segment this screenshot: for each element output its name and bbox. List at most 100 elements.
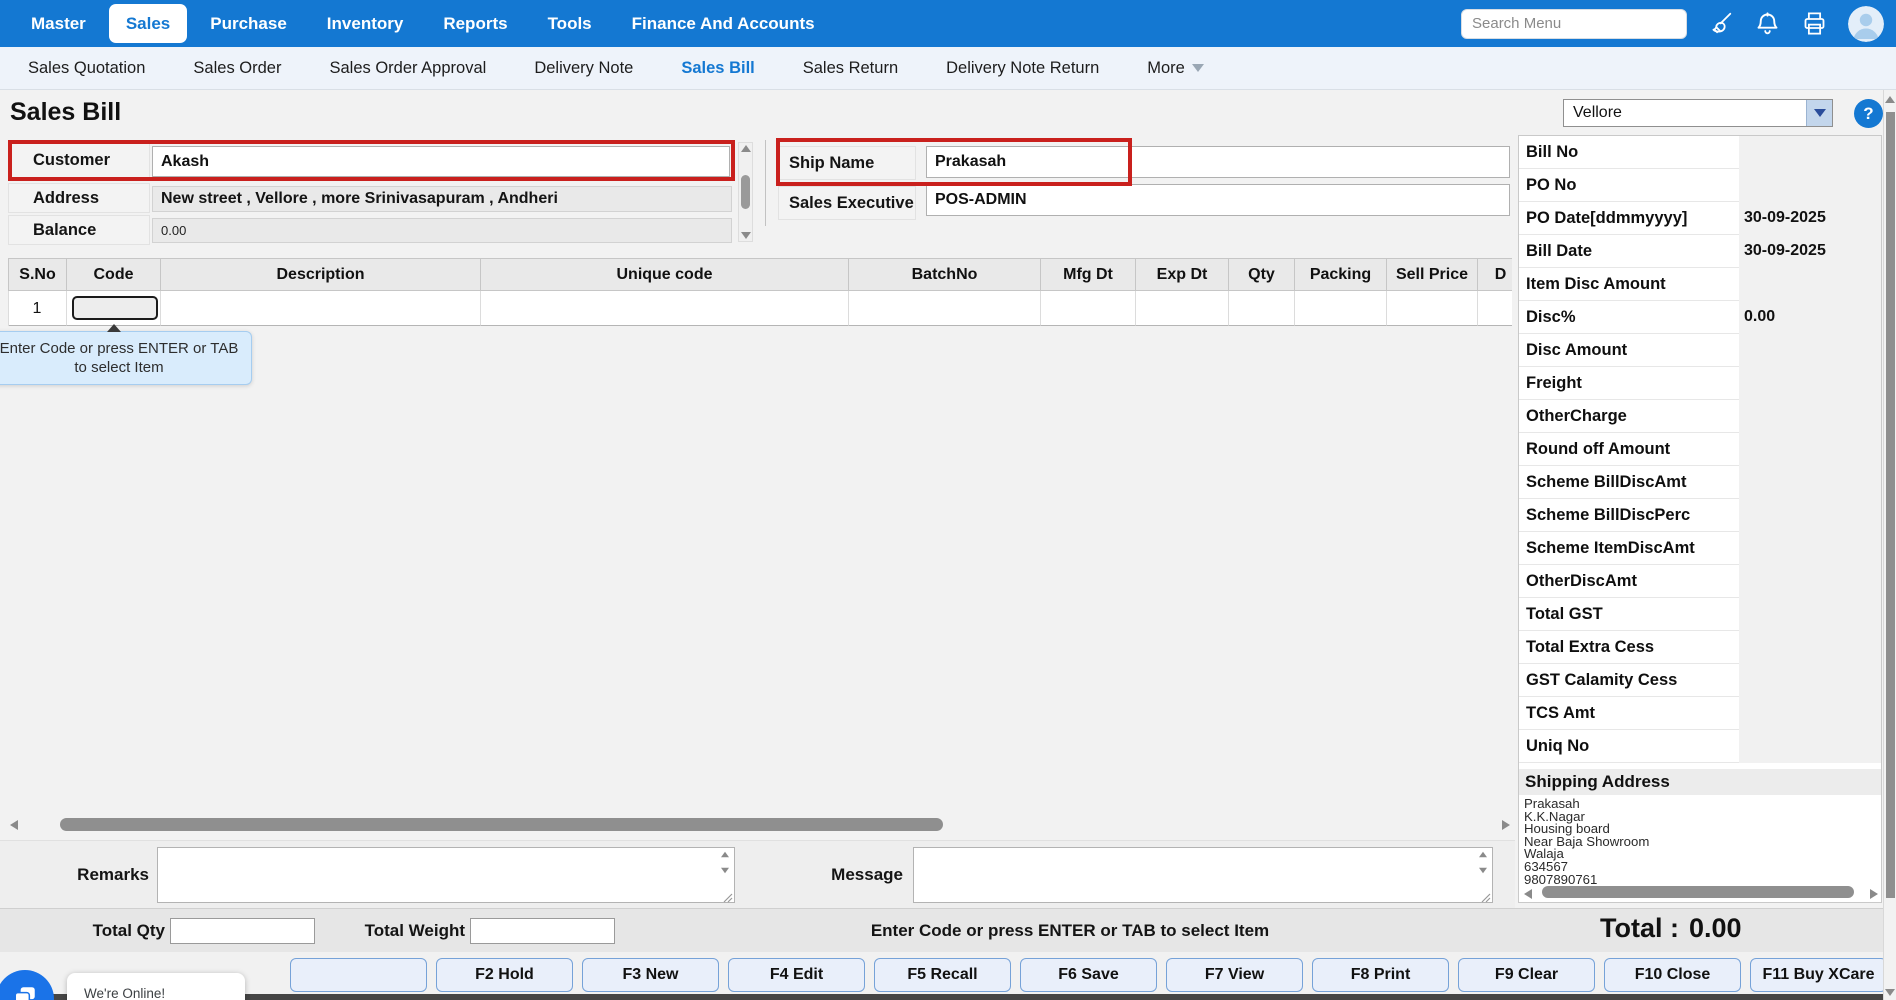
resize-handle-icon[interactable]	[1480, 890, 1491, 903]
summary-row-value[interactable]	[1739, 664, 1881, 697]
scroll-up-icon[interactable]	[740, 145, 751, 152]
message-textarea[interactable]	[913, 847, 1493, 903]
grid-column-header[interactable]: S.No	[9, 259, 67, 291]
grid-column-header[interactable]: Packing	[1295, 259, 1387, 291]
summary-row-value[interactable]: 30-09-2025	[1739, 202, 1881, 235]
grid-column-header[interactable]: Exp Dt	[1136, 259, 1229, 291]
resize-handle-icon[interactable]	[722, 890, 733, 903]
scroll-thumb[interactable]	[60, 818, 943, 831]
function-key-button[interactable]: F7 View	[1166, 958, 1303, 992]
submenu-item[interactable]: Sales Quotation	[8, 59, 165, 78]
scroll-thumb[interactable]	[1542, 886, 1854, 898]
summary-row-value[interactable]: 30-09-2025	[1739, 235, 1881, 268]
submenu-item[interactable]: Delivery Note	[514, 59, 653, 78]
grid-horizontal-scrollbar[interactable]	[8, 816, 1512, 833]
grid-cell[interactable]	[161, 291, 481, 326]
main-menu-item[interactable]: Tools	[531, 4, 609, 43]
summary-row-value[interactable]	[1739, 565, 1881, 598]
ship-name-input[interactable]	[926, 146, 1510, 178]
total-qty-input[interactable]	[170, 918, 315, 944]
function-key-button[interactable]	[290, 958, 427, 992]
summary-row-value[interactable]	[1739, 532, 1881, 565]
grid-cell[interactable]	[1478, 291, 1512, 326]
main-menu-item[interactable]: Sales	[108, 4, 188, 43]
summary-row-value[interactable]	[1739, 598, 1881, 631]
summary-row-value[interactable]	[1739, 631, 1881, 664]
submenu-item[interactable]: More	[1127, 59, 1224, 78]
scroll-thumb[interactable]	[1886, 112, 1895, 898]
function-key-button[interactable]: F9 Clear	[1458, 958, 1595, 992]
function-key-button[interactable]: F3 New	[582, 958, 719, 992]
summary-row-value[interactable]	[1739, 334, 1881, 367]
textarea-scroll-icons[interactable]	[1478, 851, 1488, 874]
function-key-button[interactable]: F11 Buy XCare	[1750, 958, 1887, 992]
summary-row-value[interactable]	[1739, 400, 1881, 433]
grid-cell[interactable]	[1041, 291, 1136, 326]
main-menu-item[interactable]: Purchase	[193, 4, 304, 43]
function-key-button[interactable]: F10 Close	[1604, 958, 1741, 992]
print-icon[interactable]	[1801, 10, 1828, 37]
grid-column-header[interactable]: BatchNo	[849, 259, 1041, 291]
function-key-button[interactable]: F4 Edit	[728, 958, 865, 992]
grid-column-header[interactable]: Sell Price	[1387, 259, 1478, 291]
textarea-scroll-icons[interactable]	[720, 851, 730, 874]
summary-row-value[interactable]	[1739, 367, 1881, 400]
summary-row-value[interactable]	[1739, 169, 1881, 202]
branch-select[interactable]: Vellore	[1563, 99, 1833, 127]
grid-cell[interactable]	[849, 291, 1041, 326]
scroll-right-icon[interactable]	[1502, 820, 1510, 830]
grid-cell[interactable]	[1136, 291, 1229, 326]
customer-panel-scrollbar[interactable]	[738, 142, 753, 242]
scroll-left-icon[interactable]	[10, 820, 18, 830]
summary-row-value[interactable]	[1739, 499, 1881, 532]
summary-row-value[interactable]	[1739, 730, 1881, 763]
select-arrow-icon[interactable]	[1806, 100, 1832, 126]
grid-cell[interactable]	[1229, 291, 1295, 326]
scroll-right-icon[interactable]	[1870, 889, 1878, 899]
summary-row-value[interactable]	[1739, 136, 1881, 169]
customer-input[interactable]	[152, 146, 730, 177]
scroll-thumb[interactable]	[741, 175, 750, 209]
submenu-item[interactable]: Sales Order	[173, 59, 301, 78]
submenu-item[interactable]: Sales Bill	[661, 59, 774, 78]
notifications-bell-icon[interactable]	[1754, 10, 1781, 37]
grid-column-header[interactable]: Unique code	[481, 259, 849, 291]
grid-column-header[interactable]: Mfg Dt	[1041, 259, 1136, 291]
function-key-button[interactable]: F5 Recall	[874, 958, 1011, 992]
summary-row-value[interactable]	[1739, 433, 1881, 466]
summary-row-value[interactable]	[1739, 466, 1881, 499]
summary-row-value[interactable]	[1739, 697, 1881, 730]
user-avatar[interactable]	[1848, 5, 1884, 42]
sidebar-horizontal-scrollbar[interactable]	[1522, 885, 1880, 900]
item-code-input[interactable]	[72, 296, 158, 320]
scroll-left-icon[interactable]	[1524, 889, 1532, 899]
search-input[interactable]	[1461, 8, 1687, 39]
grid-column-header[interactable]: Description	[161, 259, 481, 291]
help-icon[interactable]: ?	[1854, 99, 1883, 128]
main-menu-item[interactable]: Finance And Accounts	[615, 4, 832, 43]
scroll-down-icon[interactable]	[740, 232, 751, 239]
summary-row-value[interactable]: 0.00	[1739, 301, 1881, 334]
summary-row-value[interactable]	[1739, 268, 1881, 301]
function-key-button[interactable]: F8 Print	[1312, 958, 1449, 992]
function-key-button[interactable]: F6 Save	[1020, 958, 1157, 992]
submenu-item[interactable]: Delivery Note Return	[926, 59, 1119, 78]
scroll-up-icon[interactable]	[1885, 96, 1895, 103]
scroll-down-icon[interactable]	[1885, 989, 1895, 996]
main-menu-item[interactable]: Master	[14, 4, 103, 43]
remarks-textarea[interactable]	[157, 847, 735, 903]
grid-column-header[interactable]: D	[1478, 259, 1512, 291]
paint-brush-icon[interactable]	[1707, 10, 1734, 37]
submenu-item[interactable]: Sales Return	[783, 59, 918, 78]
main-menu-item[interactable]: Reports	[426, 4, 524, 43]
sales-executive-input[interactable]	[926, 184, 1510, 216]
grid-cell[interactable]	[1295, 291, 1387, 326]
grid-cell[interactable]	[1387, 291, 1478, 326]
function-key-button[interactable]: F2 Hold	[436, 958, 573, 992]
page-vertical-scrollbar[interactable]	[1883, 90, 1896, 1000]
grid-column-header[interactable]: Code	[67, 259, 161, 291]
total-weight-input[interactable]	[470, 918, 615, 944]
submenu-item[interactable]: Sales Order Approval	[309, 59, 506, 78]
grid-column-header[interactable]: Qty	[1229, 259, 1295, 291]
grid-cell[interactable]	[481, 291, 849, 326]
